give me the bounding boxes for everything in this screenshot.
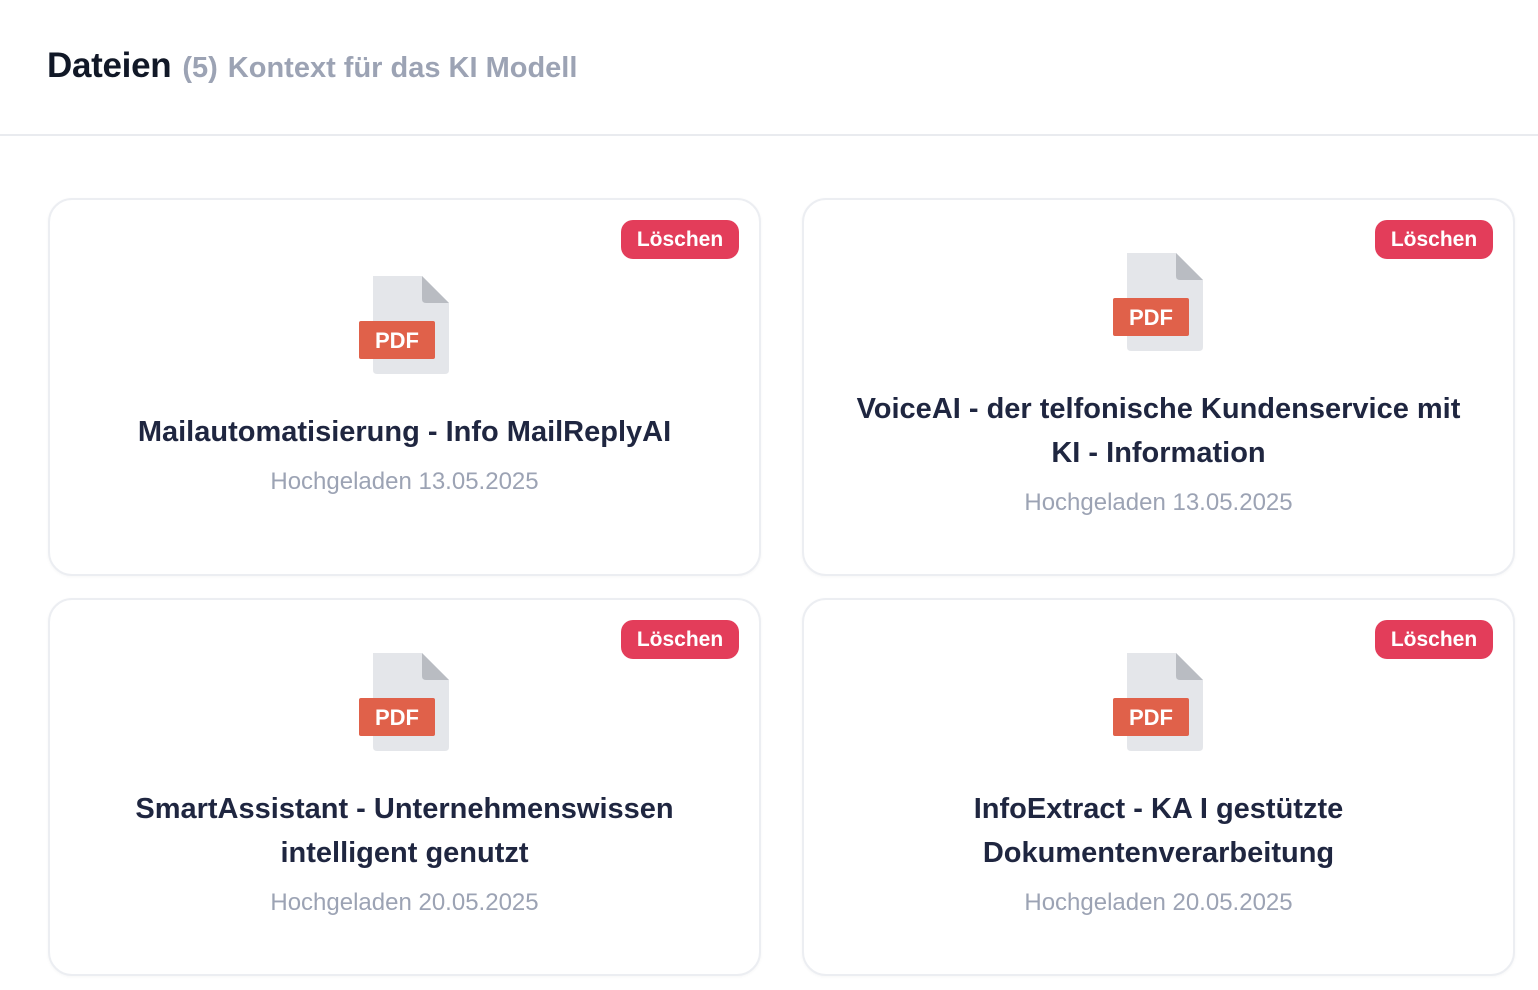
- page-header: Dateien (5) Kontext für das KI Modell: [0, 0, 1538, 136]
- file-card[interactable]: Löschen PDF VoiceAI - der telfonische Ku…: [802, 198, 1515, 576]
- page-title: Dateien: [47, 46, 172, 85]
- file-name: VoiceAI - der telfonische Kundenservice …: [856, 393, 1461, 469]
- delete-button[interactable]: Löschen: [621, 220, 739, 259]
- file-name: InfoExtract - KA I gestützte Dokumentenv…: [973, 793, 1344, 869]
- file-card-content: PDF SmartAssistant - Unternehmenswissen …: [90, 651, 719, 917]
- file-card[interactable]: Löschen PDF Mailautomatisierung - Info M…: [48, 198, 761, 576]
- pdf-file-icon: PDF: [358, 276, 449, 374]
- file-name: Mailautomatisierung - Info MailReplyAI: [137, 416, 672, 448]
- header-title-group: Dateien (5) Kontext für das KI Modell: [47, 46, 577, 86]
- file-card[interactable]: Löschen PDF InfoExtract - KA I gestützte…: [802, 598, 1515, 976]
- pdf-badge-label: PDF: [1129, 705, 1173, 730]
- file-grid: Löschen PDF Mailautomatisierung - Info M…: [0, 0, 1538, 990]
- pdf-badge-label: PDF: [375, 705, 419, 730]
- pdf-badge-label: PDF: [375, 328, 419, 353]
- pdf-file-icon: PDF: [358, 653, 449, 751]
- upload-date: Hochgeladen 13.05.2025: [1024, 489, 1293, 516]
- file-name: SmartAssistant - Unternehmenswissen inte…: [135, 793, 674, 869]
- file-card-content: PDF Mailautomatisierung - Info MailReply…: [90, 274, 719, 496]
- upload-date: Hochgeladen 20.05.2025: [270, 889, 539, 916]
- file-count: (5): [182, 52, 218, 84]
- file-card[interactable]: Löschen PDF SmartAssistant - Unternehmen…: [48, 598, 761, 976]
- pdf-badge-label: PDF: [1129, 305, 1173, 330]
- page-subtitle: Kontext für das KI Modell: [227, 52, 578, 84]
- pdf-file-icon: PDF: [1112, 253, 1203, 351]
- upload-date: Hochgeladen 13.05.2025: [270, 468, 539, 495]
- upload-date: Hochgeladen 20.05.2025: [1024, 889, 1293, 916]
- pdf-file-icon: PDF: [1112, 653, 1203, 751]
- file-card-content: PDF InfoExtract - KA I gestützte Dokumen…: [844, 651, 1473, 917]
- file-card-content: PDF VoiceAI - der telfonische Kundenserv…: [844, 251, 1473, 517]
